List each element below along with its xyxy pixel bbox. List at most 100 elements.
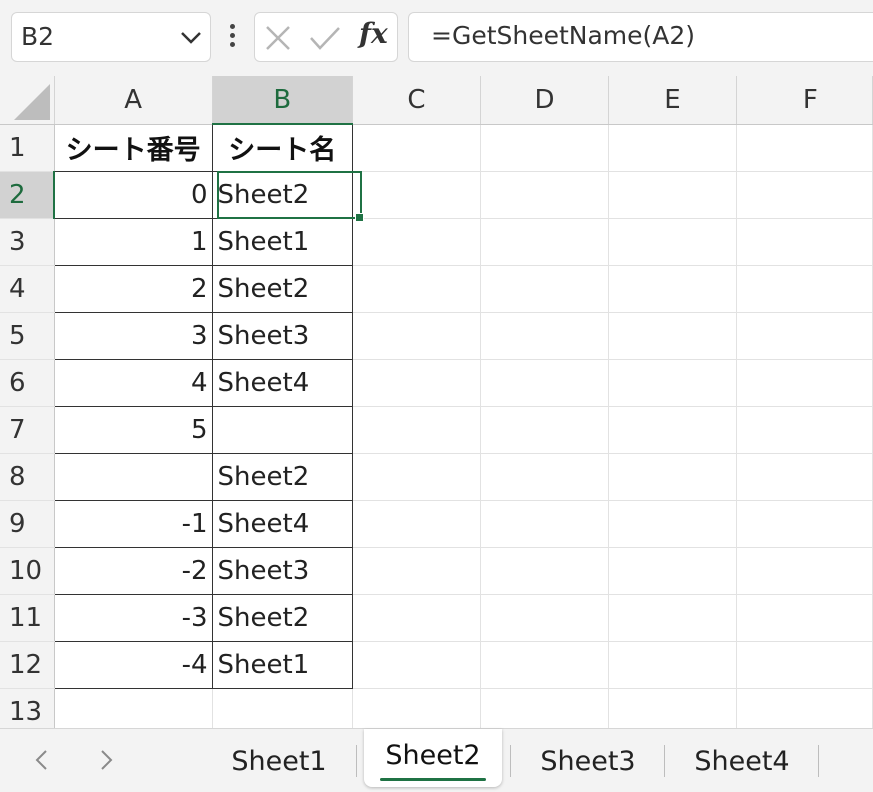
cell[interactable] — [480, 688, 610, 728]
row-header[interactable]: 4 — [0, 265, 55, 313]
cell-b8[interactable]: Sheet2 — [211, 452, 353, 501]
cell[interactable] — [736, 500, 873, 548]
cell[interactable] — [352, 312, 481, 360]
cell[interactable] — [352, 547, 481, 595]
cell[interactable] — [352, 171, 481, 219]
row-header[interactable]: 7 — [0, 406, 55, 454]
cell[interactable] — [736, 453, 873, 501]
cell[interactable] — [608, 641, 737, 689]
cell[interactable] — [480, 453, 610, 501]
cell-a2[interactable]: 0 — [53, 170, 213, 219]
cell-a4[interactable]: 2 — [53, 264, 213, 313]
cell[interactable] — [480, 359, 610, 407]
select-all-corner[interactable] — [0, 76, 55, 125]
cell[interactable] — [736, 124, 873, 172]
cell-b3[interactable]: Sheet1 — [211, 217, 353, 266]
cell[interactable] — [608, 359, 737, 407]
cell[interactable] — [608, 171, 737, 219]
cell[interactable] — [352, 124, 481, 172]
column-header-e[interactable]: E — [608, 76, 737, 125]
row-header[interactable]: 9 — [0, 500, 55, 548]
tab-sheet1[interactable]: Sheet1 — [205, 735, 353, 787]
row-header[interactable]: 5 — [0, 312, 55, 360]
cell-a5[interactable]: 3 — [53, 311, 213, 360]
cell[interactable] — [480, 265, 610, 313]
cell-a10[interactable]: -2 — [53, 546, 213, 595]
cell[interactable] — [480, 406, 610, 454]
column-header-f[interactable]: F — [736, 76, 873, 125]
cell-a3[interactable]: 1 — [53, 217, 213, 266]
row-header[interactable]: 2 — [0, 171, 56, 219]
cell-b6[interactable]: Sheet4 — [211, 358, 353, 407]
cell-b1[interactable]: シート名 — [211, 123, 353, 172]
confirm-check-icon[interactable] — [309, 25, 341, 51]
cell-a12[interactable]: -4 — [53, 640, 213, 689]
cell[interactable] — [352, 641, 481, 689]
cell[interactable] — [480, 171, 610, 219]
row-header[interactable]: 6 — [0, 359, 55, 407]
formula-input[interactable]: =GetSheetName(A2) — [408, 12, 873, 62]
cell[interactable] — [608, 594, 737, 642]
cell[interactable] — [736, 359, 873, 407]
chevron-left-icon[interactable] — [32, 749, 52, 771]
cell[interactable] — [608, 688, 737, 728]
row-header[interactable]: 13 — [0, 688, 55, 728]
cell-a11[interactable]: -3 — [53, 593, 213, 642]
tab-sheet2[interactable]: Sheet2 — [364, 729, 502, 787]
chevron-down-icon[interactable] — [180, 31, 202, 45]
insert-function-icon[interactable]: fx — [359, 17, 388, 50]
cell[interactable] — [736, 218, 873, 266]
cell[interactable] — [736, 547, 873, 595]
cell[interactable] — [608, 218, 737, 266]
cell[interactable] — [608, 312, 737, 360]
cell[interactable] — [480, 218, 610, 266]
cell[interactable] — [736, 641, 873, 689]
cell[interactable] — [608, 124, 737, 172]
tab-sheet3[interactable]: Sheet3 — [514, 735, 662, 787]
cell-b13[interactable] — [212, 688, 353, 728]
cell[interactable] — [352, 594, 481, 642]
cell-b5[interactable]: Sheet3 — [211, 311, 353, 360]
cell[interactable] — [736, 406, 873, 454]
cell[interactable] — [736, 312, 873, 360]
cell[interactable] — [480, 641, 610, 689]
column-header-a[interactable]: A — [54, 76, 213, 125]
column-header-b[interactable]: B — [212, 76, 353, 125]
cell-a13[interactable] — [54, 688, 213, 728]
chevron-right-icon[interactable] — [96, 749, 116, 771]
cell[interactable] — [352, 218, 481, 266]
cell[interactable] — [736, 171, 873, 219]
cell[interactable] — [480, 124, 610, 172]
more-options-icon[interactable] — [224, 22, 242, 52]
cell-b12[interactable]: Sheet1 — [211, 640, 353, 689]
column-header-c[interactable]: C — [352, 76, 481, 125]
cell-a7[interactable]: 5 — [53, 405, 213, 454]
cell[interactable] — [352, 500, 481, 548]
row-header[interactable]: 8 — [0, 453, 55, 501]
row-header[interactable]: 3 — [0, 218, 55, 266]
cancel-icon[interactable] — [265, 25, 291, 51]
cell[interactable] — [480, 547, 610, 595]
cell-b10[interactable]: Sheet3 — [211, 546, 353, 595]
cell-a9[interactable]: -1 — [53, 499, 213, 548]
name-box[interactable]: B2 — [11, 12, 211, 62]
column-header-d[interactable]: D — [480, 76, 610, 125]
cell[interactable] — [736, 594, 873, 642]
cell[interactable] — [736, 265, 873, 313]
cell[interactable] — [608, 453, 737, 501]
cell[interactable] — [480, 594, 610, 642]
row-header[interactable]: 12 — [0, 641, 55, 689]
cell[interactable] — [736, 688, 873, 728]
cell[interactable] — [352, 265, 481, 313]
fill-handle[interactable] — [355, 213, 364, 222]
cell[interactable] — [608, 406, 737, 454]
cell[interactable] — [480, 500, 610, 548]
row-header[interactable]: 10 — [0, 547, 55, 595]
tab-sheet4[interactable]: Sheet4 — [668, 735, 816, 787]
row-header[interactable]: 11 — [0, 594, 55, 642]
cell-b11[interactable]: Sheet2 — [211, 593, 353, 642]
cell-b2[interactable]: Sheet2 — [211, 170, 353, 219]
cell[interactable] — [608, 547, 737, 595]
cell[interactable] — [352, 453, 481, 501]
cell[interactable] — [352, 359, 481, 407]
